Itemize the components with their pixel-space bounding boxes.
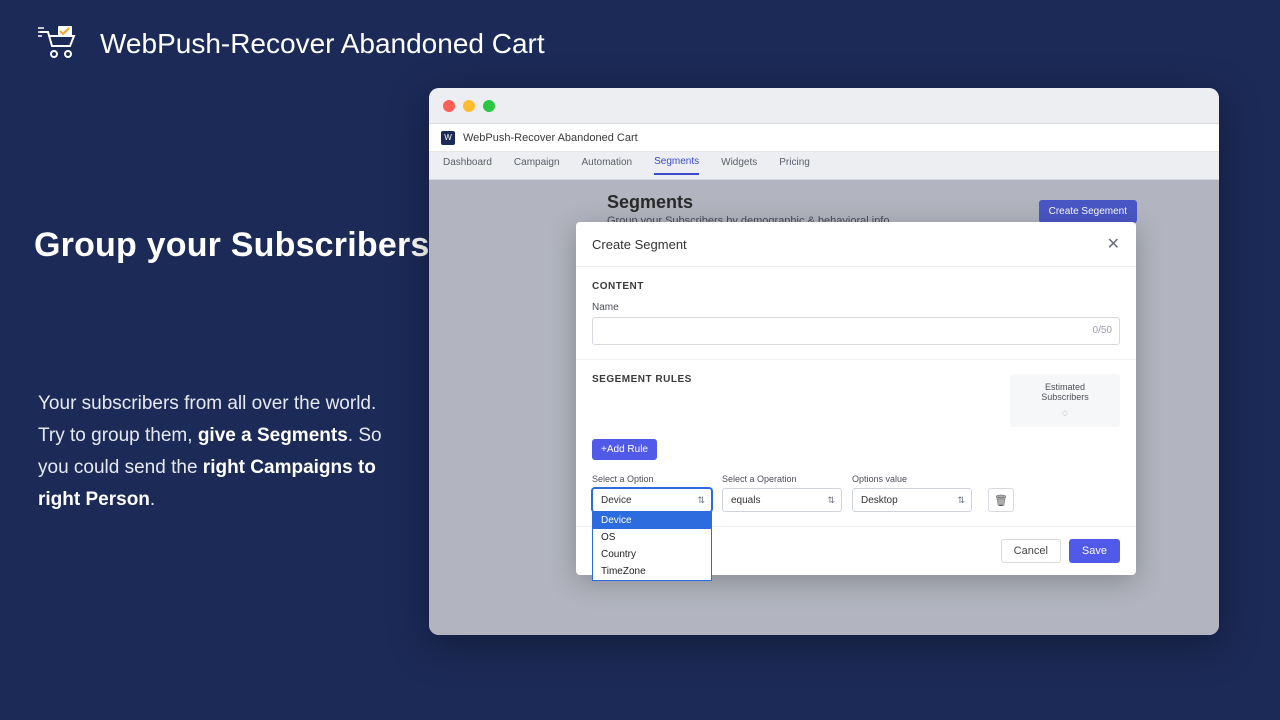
tab-widgets[interactable]: Widgets — [721, 157, 757, 174]
rule-option-value: Device — [601, 495, 632, 506]
hero-line3-suffix: . — [150, 489, 155, 510]
chevron-updown-icon: ⇅ — [827, 495, 835, 506]
save-button[interactable]: Save — [1069, 539, 1120, 563]
estimated-subscribers-box: Estimated Subscribers ◌ — [1010, 374, 1120, 427]
brand-title: WebPush-Recover Abandoned Cart — [100, 28, 545, 60]
chevron-updown-icon: ⇅ — [697, 495, 705, 506]
name-label: Name — [592, 302, 1120, 313]
tab-segments[interactable]: Segments — [654, 156, 699, 175]
window-titlebar — [429, 88, 1219, 124]
modal-header: Create Segment ✕ — [576, 222, 1136, 267]
app-content: Segments Group your Subscribers by demog… — [429, 180, 1219, 635]
create-segment-button[interactable]: Create Segement — [1039, 200, 1137, 223]
dropdown-option-device[interactable]: Device — [593, 512, 711, 529]
app-title-row: W WebPush-Recover Abandoned Cart — [429, 124, 1219, 152]
chevron-updown-icon: ⇅ — [957, 495, 965, 506]
delete-rule-button[interactable]: 🗑 — [988, 488, 1014, 512]
rule-value-select[interactable]: Desktop ⇅ — [852, 488, 972, 512]
create-segment-modal: Create Segment ✕ CONTENT Name 0/50 Estim… — [576, 222, 1136, 575]
rule-row: Select a Option Device ⇅ Device OS Count… — [592, 474, 1120, 512]
app-icon: W — [441, 131, 455, 145]
app-tabs: Dashboard Campaign Automation Segments W… — [429, 152, 1219, 180]
rule-operation-label: Select a Operation — [722, 474, 842, 484]
rule-option-select[interactable]: Device ⇅ — [592, 488, 712, 512]
window-close-icon[interactable] — [443, 100, 455, 112]
hero-line2-prefix: Try to group them, — [38, 425, 198, 446]
app-title: WebPush-Recover Abandoned Cart — [463, 132, 638, 144]
rule-value-label: Options value — [852, 474, 972, 484]
hero-copy: Your subscribers from all over the world… — [38, 388, 408, 516]
loading-spinner-icon: ◌ — [1020, 408, 1110, 419]
brand-header: WebPush-Recover Abandoned Cart — [38, 26, 545, 62]
name-input[interactable] — [592, 317, 1120, 345]
hero-line1: Your subscribers from all over the world… — [38, 393, 376, 414]
cart-logo-icon — [38, 26, 82, 62]
rule-operation-col: Select a Operation equals ⇅ — [722, 474, 842, 512]
trash-icon: 🗑 — [994, 494, 1008, 507]
tab-pricing[interactable]: Pricing — [779, 157, 810, 174]
tab-campaign[interactable]: Campaign — [514, 157, 560, 174]
estimated-label: Estimated Subscribers — [1020, 382, 1110, 402]
tab-dashboard[interactable]: Dashboard — [443, 157, 492, 174]
dropdown-option-timezone[interactable]: TimeZone — [593, 563, 711, 580]
rule-operation-select[interactable]: equals ⇅ — [722, 488, 842, 512]
window-minimize-icon[interactable] — [463, 100, 475, 112]
tab-automation[interactable]: Automation — [582, 157, 633, 174]
window-zoom-icon[interactable] — [483, 100, 495, 112]
char-count: 0/50 — [1093, 317, 1112, 345]
rule-operation-value: equals — [731, 495, 760, 506]
rule-option-label: Select a Option — [592, 474, 712, 484]
rule-option-dropdown: Device OS Country TimeZone — [592, 512, 712, 581]
app-window: W WebPush-Recover Abandoned Cart Dashboa… — [429, 88, 1219, 635]
cancel-button[interactable]: Cancel — [1001, 539, 1061, 563]
add-rule-button[interactable]: +Add Rule — [592, 439, 657, 460]
modal-section-rules: Estimated Subscribers ◌ SEGEMENT RULES +… — [576, 359, 1136, 526]
modal-section-content: CONTENT Name 0/50 — [576, 267, 1136, 359]
dropdown-option-os[interactable]: OS — [593, 529, 711, 546]
rule-option-col: Select a Option Device ⇅ Device OS Count… — [592, 474, 712, 512]
rule-value-value: Desktop — [861, 495, 898, 506]
rule-value-col: Options value Desktop ⇅ — [852, 474, 972, 512]
dropdown-option-country[interactable]: Country — [593, 546, 711, 563]
close-icon[interactable]: ✕ — [1107, 234, 1120, 254]
name-input-wrap: 0/50 — [592, 317, 1120, 345]
hero-heading: Group your Subscribers — [34, 226, 429, 265]
section-content-label: CONTENT — [592, 281, 1120, 292]
hero-line2-bold: give a Segments — [198, 425, 348, 446]
modal-title: Create Segment — [592, 237, 687, 252]
